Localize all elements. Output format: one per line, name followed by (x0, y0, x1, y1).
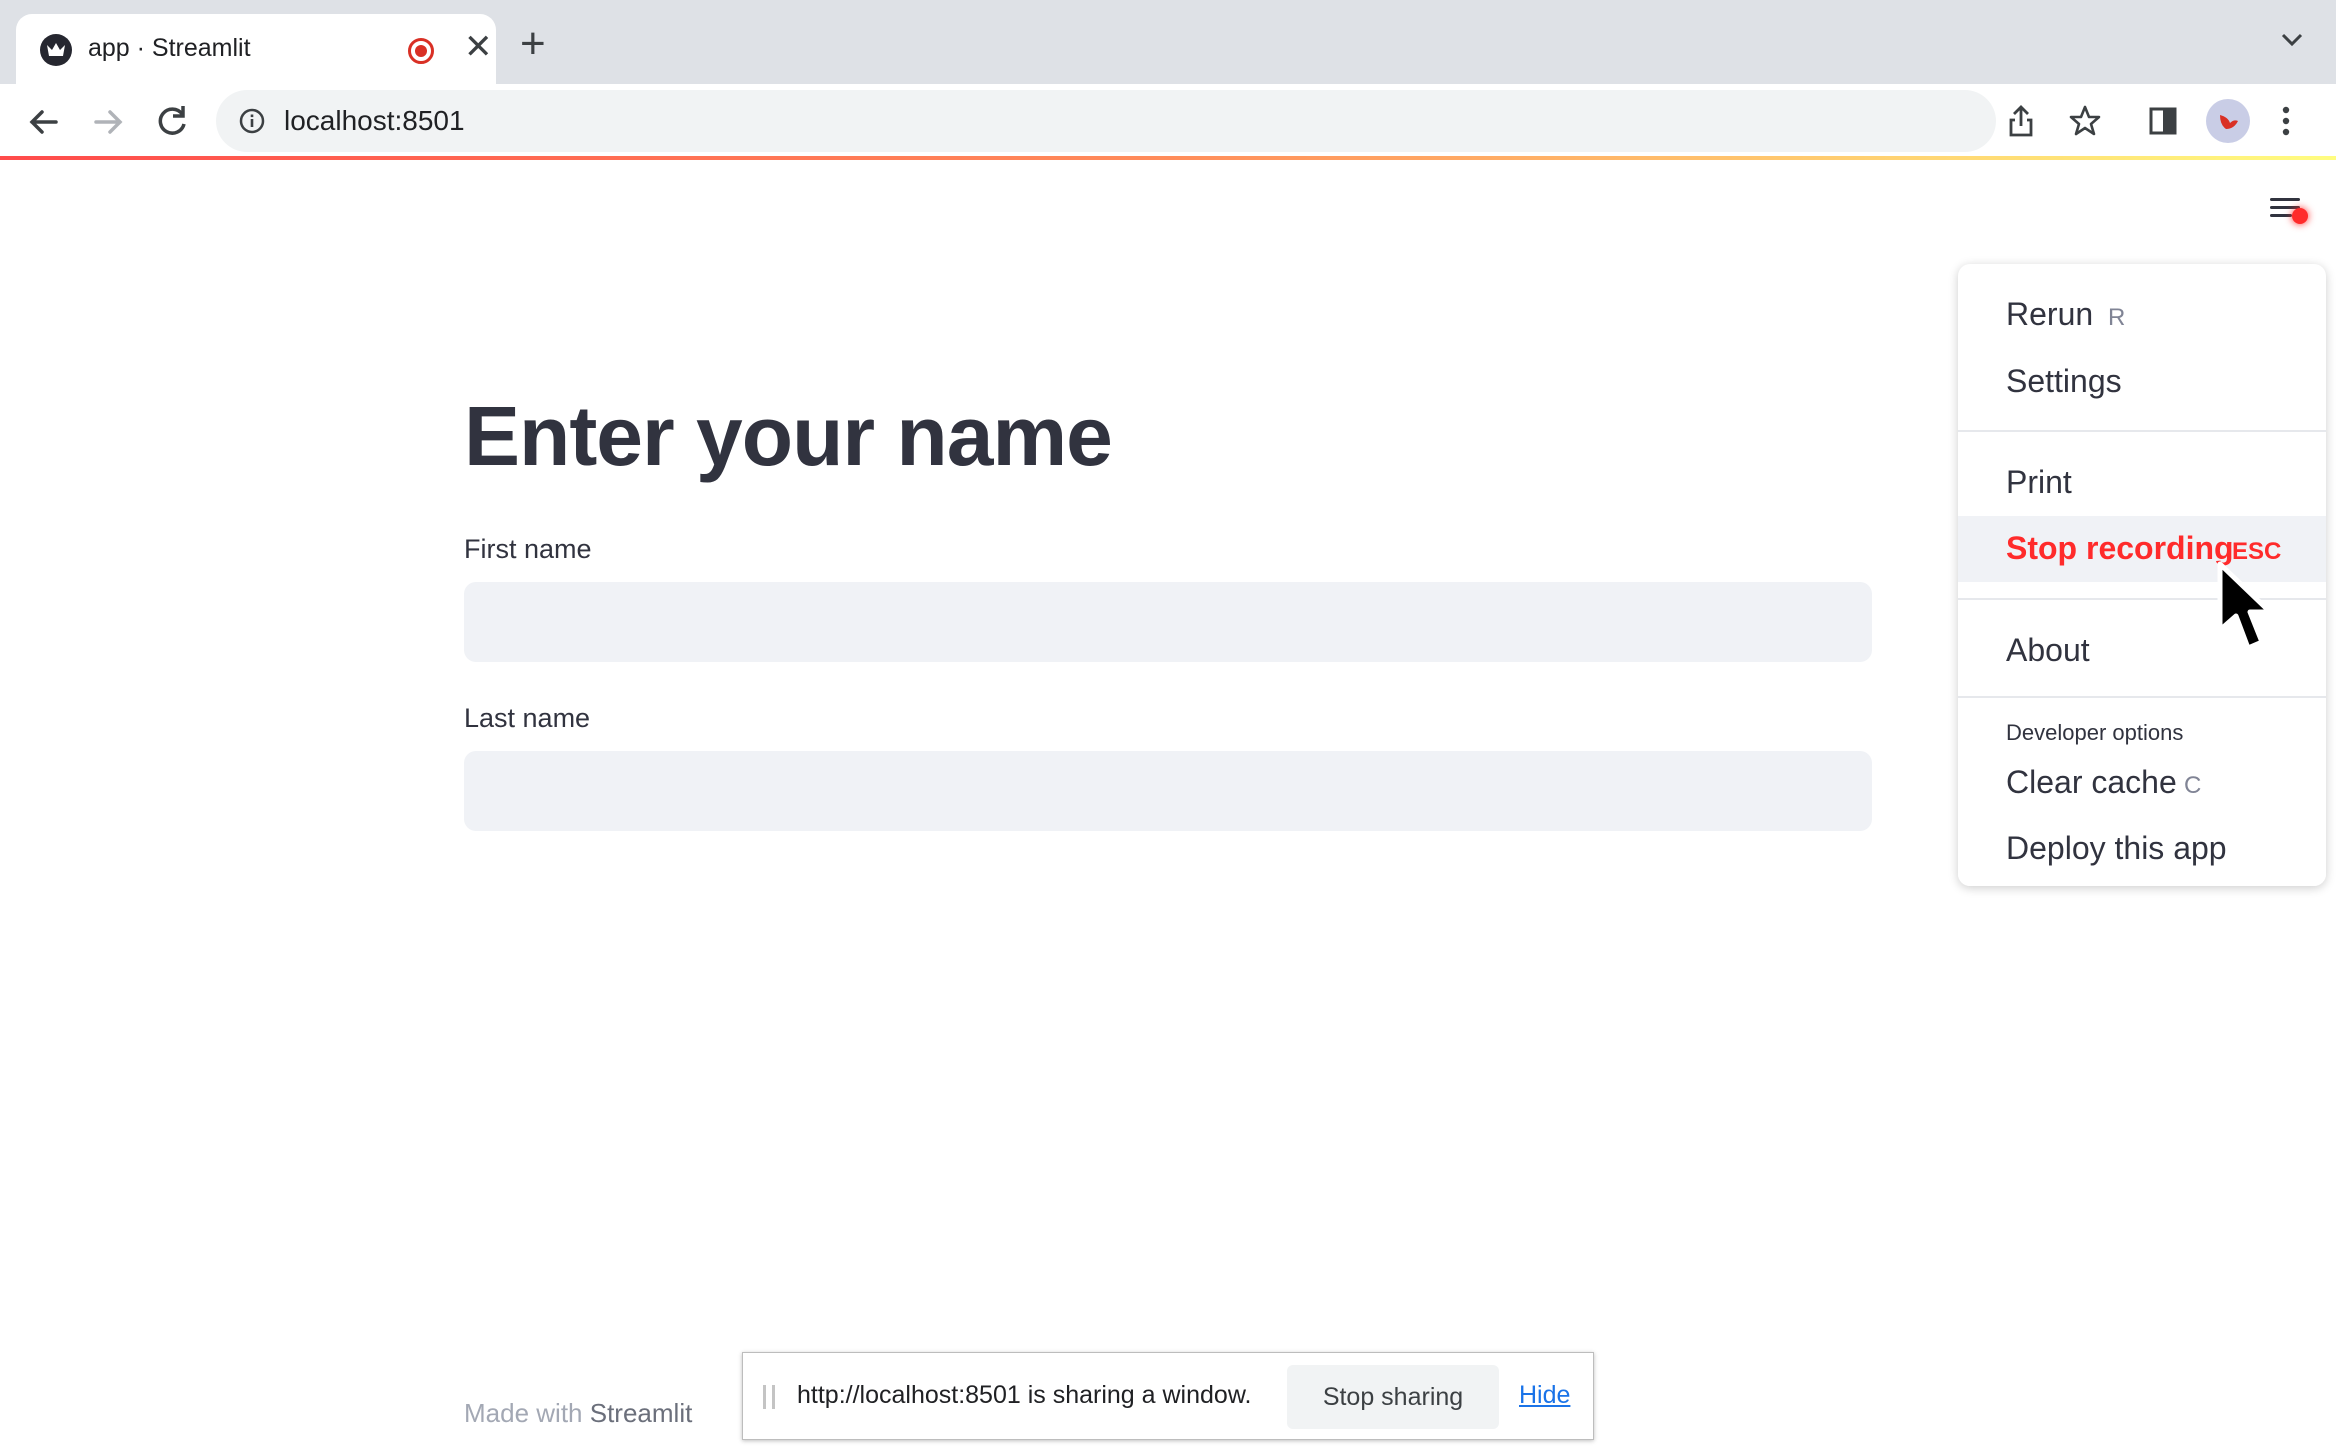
reload-icon[interactable] (150, 100, 194, 144)
screen-sharing-bar: http://localhost:8501 is sharing a windo… (742, 1352, 1594, 1440)
bird-avatar-icon (2220, 115, 2238, 129)
drag-handle-icon[interactable] (763, 1385, 775, 1409)
first-name-label: First name (464, 534, 592, 564)
menu-item-label: Settings (2006, 363, 2122, 399)
footer-made-with: Made with Streamlit (464, 1398, 692, 1429)
menu-item-label: Clear cache (2006, 764, 2177, 800)
sharing-message: http://localhost:8501 is sharing a windo… (797, 1381, 1252, 1409)
page-title: Enter your name (464, 389, 1113, 483)
last-name-label: Last name (464, 703, 591, 733)
browser-menu-kebab-icon[interactable] (2280, 104, 2292, 138)
hamburger-icon (2270, 214, 2292, 217)
tab-close-icon[interactable]: ✕ (464, 30, 493, 64)
developer-options-section: Developer options Clear cache C Deploy t… (1958, 696, 2326, 886)
footer-prefix: Made with (464, 1398, 590, 1428)
streamlit-crown-icon (40, 34, 72, 66)
recording-indicator-icon (408, 38, 434, 64)
bookmark-star-icon[interactable] (2068, 104, 2102, 138)
address-text: localhost:8501 (284, 105, 465, 136)
menu-item-label: About (2006, 632, 2090, 668)
menu-item-shortcut: R (2108, 304, 2126, 331)
menu-item-shortcut: C (2184, 772, 2202, 799)
browser-toolbar: localhost:8501 (0, 84, 2336, 158)
footer-streamlit-link[interactable]: Streamlit (590, 1398, 693, 1428)
menu-item-settings[interactable]: Settings (1958, 349, 2326, 415)
mouse-cursor-icon (2217, 561, 2273, 651)
site-info-icon[interactable] (238, 107, 266, 135)
hamburger-icon (2270, 198, 2300, 201)
menu-item-label: Stop recording (2006, 530, 2234, 566)
side-panel-icon[interactable] (2148, 106, 2178, 136)
menu-item-label: Print (2006, 464, 2072, 500)
developer-options-heading: Developer options (2006, 720, 2184, 745)
browser-tab-bar: app · Streamlit ✕ + (0, 0, 2336, 84)
menu-divider (1958, 430, 2326, 432)
share-icon[interactable] (2006, 104, 2036, 138)
browser-tab[interactable]: app · Streamlit ✕ (16, 14, 496, 84)
menu-item-label: Rerun (2006, 296, 2094, 332)
recording-dot-icon (2292, 208, 2308, 224)
address-bar[interactable]: localhost:8501 (216, 90, 2101, 152)
new-tab-button[interactable]: + (520, 22, 546, 66)
forward-arrow-icon[interactable] (86, 100, 130, 144)
menu-item-clear-cache[interactable]: Clear cache C (1958, 750, 2326, 816)
menu-item-rerun[interactable]: Rerun R (1958, 282, 2326, 348)
page-decoration-bar (0, 156, 2336, 160)
tab-title: app · Streamlit (88, 34, 251, 62)
menu-item-deploy[interactable]: Deploy this app (1958, 816, 2326, 882)
back-arrow-icon[interactable] (22, 100, 66, 144)
menu-item-label: Deploy this app (2006, 830, 2227, 866)
menu-item-print[interactable]: Print (1958, 450, 2326, 516)
main-menu-button[interactable] (2268, 194, 2312, 230)
hide-link[interactable]: Hide (1519, 1381, 1570, 1410)
stop-sharing-button[interactable]: Stop sharing (1287, 1365, 1499, 1429)
profile-avatar[interactable] (2206, 99, 2250, 143)
first-name-input[interactable] (464, 582, 1872, 662)
last-name-input[interactable] (464, 751, 1872, 831)
chevron-down-icon[interactable] (2280, 32, 2304, 48)
